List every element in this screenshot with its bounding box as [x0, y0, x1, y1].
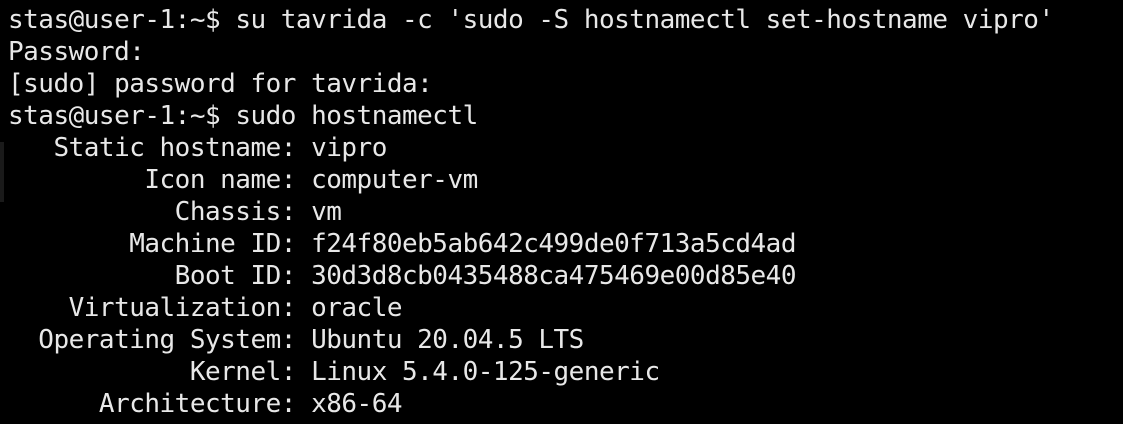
hostnamectl-row-boot-id: Boot ID: 30d3d8cb0435488ca475469e00d85e4…	[8, 260, 1123, 292]
field-label: Chassis:	[8, 197, 312, 227]
field-value: Ubuntu 20.04.5 LTS	[311, 325, 584, 355]
field-label: Architecture:	[8, 389, 312, 419]
field-label: Machine ID:	[8, 229, 312, 259]
hostnamectl-row-virtualization: Virtualization: oracle	[8, 292, 1123, 324]
hostnamectl-row-machine-id: Machine ID: f24f80eb5ab642c499de0f713a5c…	[8, 228, 1123, 260]
shell-prompt: stas@user-1:~$	[8, 101, 236, 131]
hostnamectl-row-chassis: Chassis: vm	[8, 196, 1123, 228]
field-label: Kernel:	[8, 357, 312, 387]
field-label: Operating System:	[8, 325, 312, 355]
field-value: 30d3d8cb0435488ca475469e00d85e40	[311, 261, 796, 291]
hostnamectl-row-icon-name: Icon name: computer-vm	[8, 164, 1123, 196]
field-label: Boot ID:	[8, 261, 312, 291]
hostnamectl-row-architecture: Architecture: x86-64	[8, 388, 1123, 420]
field-value: vipro	[311, 133, 387, 163]
output-line-sudo-password: [sudo] password for tavrida:	[8, 69, 433, 99]
hostnamectl-row-static-hostname: Static hostname: vipro	[8, 132, 1123, 164]
hostnamectl-row-operating-system: Operating System: Ubuntu 20.04.5 LTS	[8, 324, 1123, 356]
field-value: vm	[311, 197, 342, 227]
field-label: Virtualization:	[8, 293, 312, 323]
field-value: f24f80eb5ab642c499de0f713a5cd4ad	[311, 229, 796, 259]
field-value: Linux 5.4.0-125-generic	[311, 357, 660, 387]
field-value: computer-vm	[311, 165, 478, 195]
terminal-window[interactable]: stas@user-1:~$ su tavrida -c 'sudo -S ho…	[0, 0, 1123, 424]
field-value: oracle	[311, 293, 402, 323]
command-line-1: stas@user-1:~$ su tavrida -c 'sudo -S ho…	[8, 4, 1123, 36]
hostnamectl-row-kernel: Kernel: Linux 5.4.0-125-generic	[8, 356, 1123, 388]
shell-prompt: stas@user-1:~$	[8, 5, 236, 35]
shell-command: sudo hostnamectl	[235, 101, 478, 131]
scroll-edge-marker	[0, 142, 4, 202]
output-line-password: Password:	[8, 37, 145, 67]
field-label: Icon name:	[8, 165, 312, 195]
shell-command: su tavrida -c 'sudo -S hostnamectl set-h…	[235, 5, 1054, 35]
command-line-2: stas@user-1:~$ sudo hostnamectl	[8, 100, 1123, 132]
field-value: x86-64	[311, 389, 402, 419]
field-label: Static hostname:	[8, 133, 312, 163]
